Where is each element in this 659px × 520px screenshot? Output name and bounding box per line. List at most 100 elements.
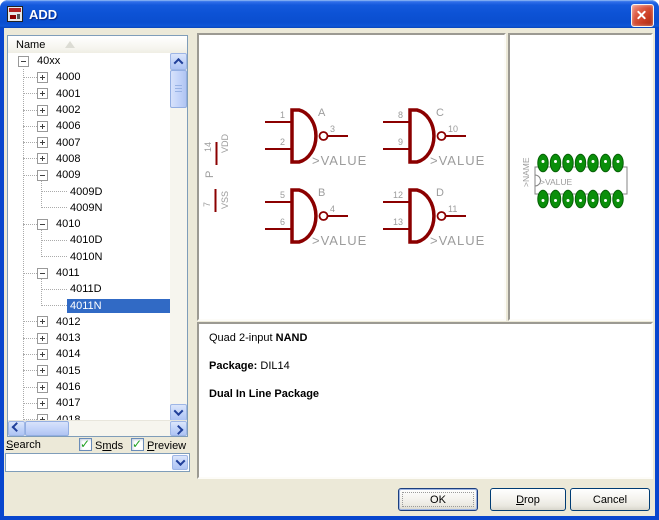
tree-line bbox=[23, 273, 37, 274]
search-combobox[interactable] bbox=[5, 453, 190, 472]
horizontal-scroll-thumb[interactable] bbox=[25, 421, 69, 436]
expand-icon[interactable] bbox=[37, 153, 48, 164]
tree-line bbox=[23, 387, 37, 388]
cancel-button[interactable]: Cancel bbox=[570, 488, 650, 511]
expand-icon[interactable] bbox=[37, 72, 48, 83]
svg-text:>NAME: >NAME bbox=[521, 157, 531, 187]
scroll-right-icon[interactable] bbox=[170, 421, 187, 436]
expand-icon[interactable] bbox=[37, 398, 48, 409]
search-input[interactable] bbox=[7, 455, 171, 470]
tree-item[interactable]: 4006 bbox=[8, 118, 170, 134]
tree-item-label: 4011 bbox=[53, 266, 83, 280]
svg-text:>VALUE: >VALUE bbox=[312, 233, 367, 248]
svg-text:13: 13 bbox=[393, 217, 403, 227]
tree-item-label: 40xx bbox=[34, 54, 63, 68]
combo-dropdown-icon[interactable] bbox=[172, 455, 188, 470]
tree-item[interactable]: 4007 bbox=[8, 134, 170, 150]
smds-checkbox[interactable] bbox=[79, 438, 92, 451]
tree-horizontal-scrollbar[interactable] bbox=[8, 420, 187, 436]
tree-item[interactable]: 4011N bbox=[8, 297, 170, 313]
tree-line bbox=[23, 110, 37, 111]
svg-text:4: 4 bbox=[330, 204, 335, 214]
svg-text:>VALUE: >VALUE bbox=[540, 177, 573, 187]
collapse-icon[interactable] bbox=[18, 56, 29, 67]
tree-item[interactable]: 4001 bbox=[8, 86, 170, 102]
tree-header-label: Name bbox=[16, 39, 45, 51]
collapse-icon[interactable] bbox=[37, 268, 48, 279]
tree-line bbox=[41, 256, 67, 257]
tree-item[interactable]: 4014 bbox=[8, 346, 170, 362]
expand-icon[interactable] bbox=[37, 105, 48, 116]
tree-item-label: 4010N bbox=[67, 250, 105, 264]
tree-line bbox=[41, 305, 67, 306]
tree-line bbox=[23, 224, 37, 225]
expand-icon[interactable] bbox=[37, 88, 48, 99]
vertical-scroll-thumb[interactable] bbox=[170, 70, 187, 108]
tree-line bbox=[23, 77, 37, 78]
tree-line bbox=[41, 207, 67, 208]
expand-icon[interactable] bbox=[37, 137, 48, 148]
scroll-left-icon[interactable] bbox=[8, 421, 25, 436]
tree-item[interactable]: 4009D bbox=[8, 183, 170, 199]
tree-item[interactable]: 4010D bbox=[8, 232, 170, 248]
expand-icon[interactable] bbox=[37, 121, 48, 132]
svg-text:VDD: VDD bbox=[220, 133, 230, 153]
tree-item[interactable]: 4009 bbox=[8, 167, 170, 183]
sort-ascending-icon bbox=[65, 41, 75, 48]
svg-text:12: 12 bbox=[393, 190, 403, 200]
expand-icon[interactable] bbox=[37, 382, 48, 393]
description-package-type: Dual In Line Package bbox=[209, 388, 641, 400]
drop-button[interactable]: Drop bbox=[490, 488, 566, 511]
tree-item-label: 4009D bbox=[67, 185, 105, 199]
tree-item[interactable]: 4010N bbox=[8, 249, 170, 265]
expand-icon[interactable] bbox=[37, 316, 48, 327]
expand-icon[interactable] bbox=[37, 349, 48, 360]
expand-icon[interactable] bbox=[37, 365, 48, 376]
svg-text:2: 2 bbox=[280, 137, 285, 147]
titlebar[interactable]: ADD bbox=[0, 0, 659, 28]
tree-item[interactable]: 4000 bbox=[8, 69, 170, 85]
tree-item[interactable]: 4016 bbox=[8, 379, 170, 395]
preview-checkbox[interactable] bbox=[131, 438, 144, 451]
collapse-icon[interactable] bbox=[37, 170, 48, 181]
tree-item-label: 4007 bbox=[53, 136, 83, 150]
ok-button[interactable]: OK bbox=[398, 488, 478, 511]
tree-item[interactable]: 4013 bbox=[8, 330, 170, 346]
tree-item[interactable]: 4010 bbox=[8, 216, 170, 232]
tree-item[interactable]: 40xx bbox=[8, 53, 170, 69]
tree-item[interactable]: 4011D bbox=[8, 281, 170, 297]
preview-checkbox-group[interactable]: Preview bbox=[131, 438, 186, 452]
tree-line bbox=[23, 175, 37, 176]
smds-checkbox-group[interactable]: Smds bbox=[79, 438, 123, 452]
library-tree-panel: Name 40xx4000400140024006 4007 40084009 400… bbox=[7, 35, 188, 437]
tree-item[interactable]: 4002 bbox=[8, 102, 170, 118]
close-icon[interactable] bbox=[631, 4, 654, 27]
scroll-down-icon[interactable] bbox=[170, 404, 187, 421]
tree-item-label: 4008 bbox=[53, 152, 83, 166]
tree-line bbox=[41, 191, 67, 192]
svg-text:5: 5 bbox=[280, 190, 285, 200]
svg-text:D: D bbox=[436, 187, 444, 199]
svg-text:6: 6 bbox=[280, 217, 285, 227]
tree-item[interactable]: 4017 bbox=[8, 395, 170, 411]
tree-item[interactable]: 4009N bbox=[8, 200, 170, 216]
collapse-icon[interactable] bbox=[37, 219, 48, 230]
tree-item[interactable]: 4015 bbox=[8, 363, 170, 379]
tree-item[interactable]: 4012 bbox=[8, 314, 170, 330]
tree-column-header-name[interactable]: Name bbox=[8, 36, 187, 54]
tree-vertical-scrollbar[interactable] bbox=[170, 53, 187, 421]
tree-line bbox=[23, 403, 37, 404]
tree-item[interactable]: 4011 bbox=[8, 265, 170, 281]
nand-gate-b: 5 6 4 B >VALUE bbox=[265, 187, 367, 248]
search-row: Search Smds Preview bbox=[5, 438, 191, 453]
scroll-up-icon[interactable] bbox=[170, 53, 187, 70]
tree-item-label: 4016 bbox=[53, 380, 83, 394]
expand-icon[interactable] bbox=[37, 333, 48, 344]
tree-item[interactable]: 4008 bbox=[8, 151, 170, 167]
nand-gate-c: 8 9 10 C >VALUE bbox=[383, 107, 485, 168]
tree-item-label: 4011D bbox=[67, 282, 105, 296]
tree-line bbox=[41, 240, 67, 241]
tree-item-label: 4015 bbox=[53, 364, 83, 378]
svg-text:C: C bbox=[436, 107, 444, 119]
tree-line bbox=[23, 142, 37, 143]
